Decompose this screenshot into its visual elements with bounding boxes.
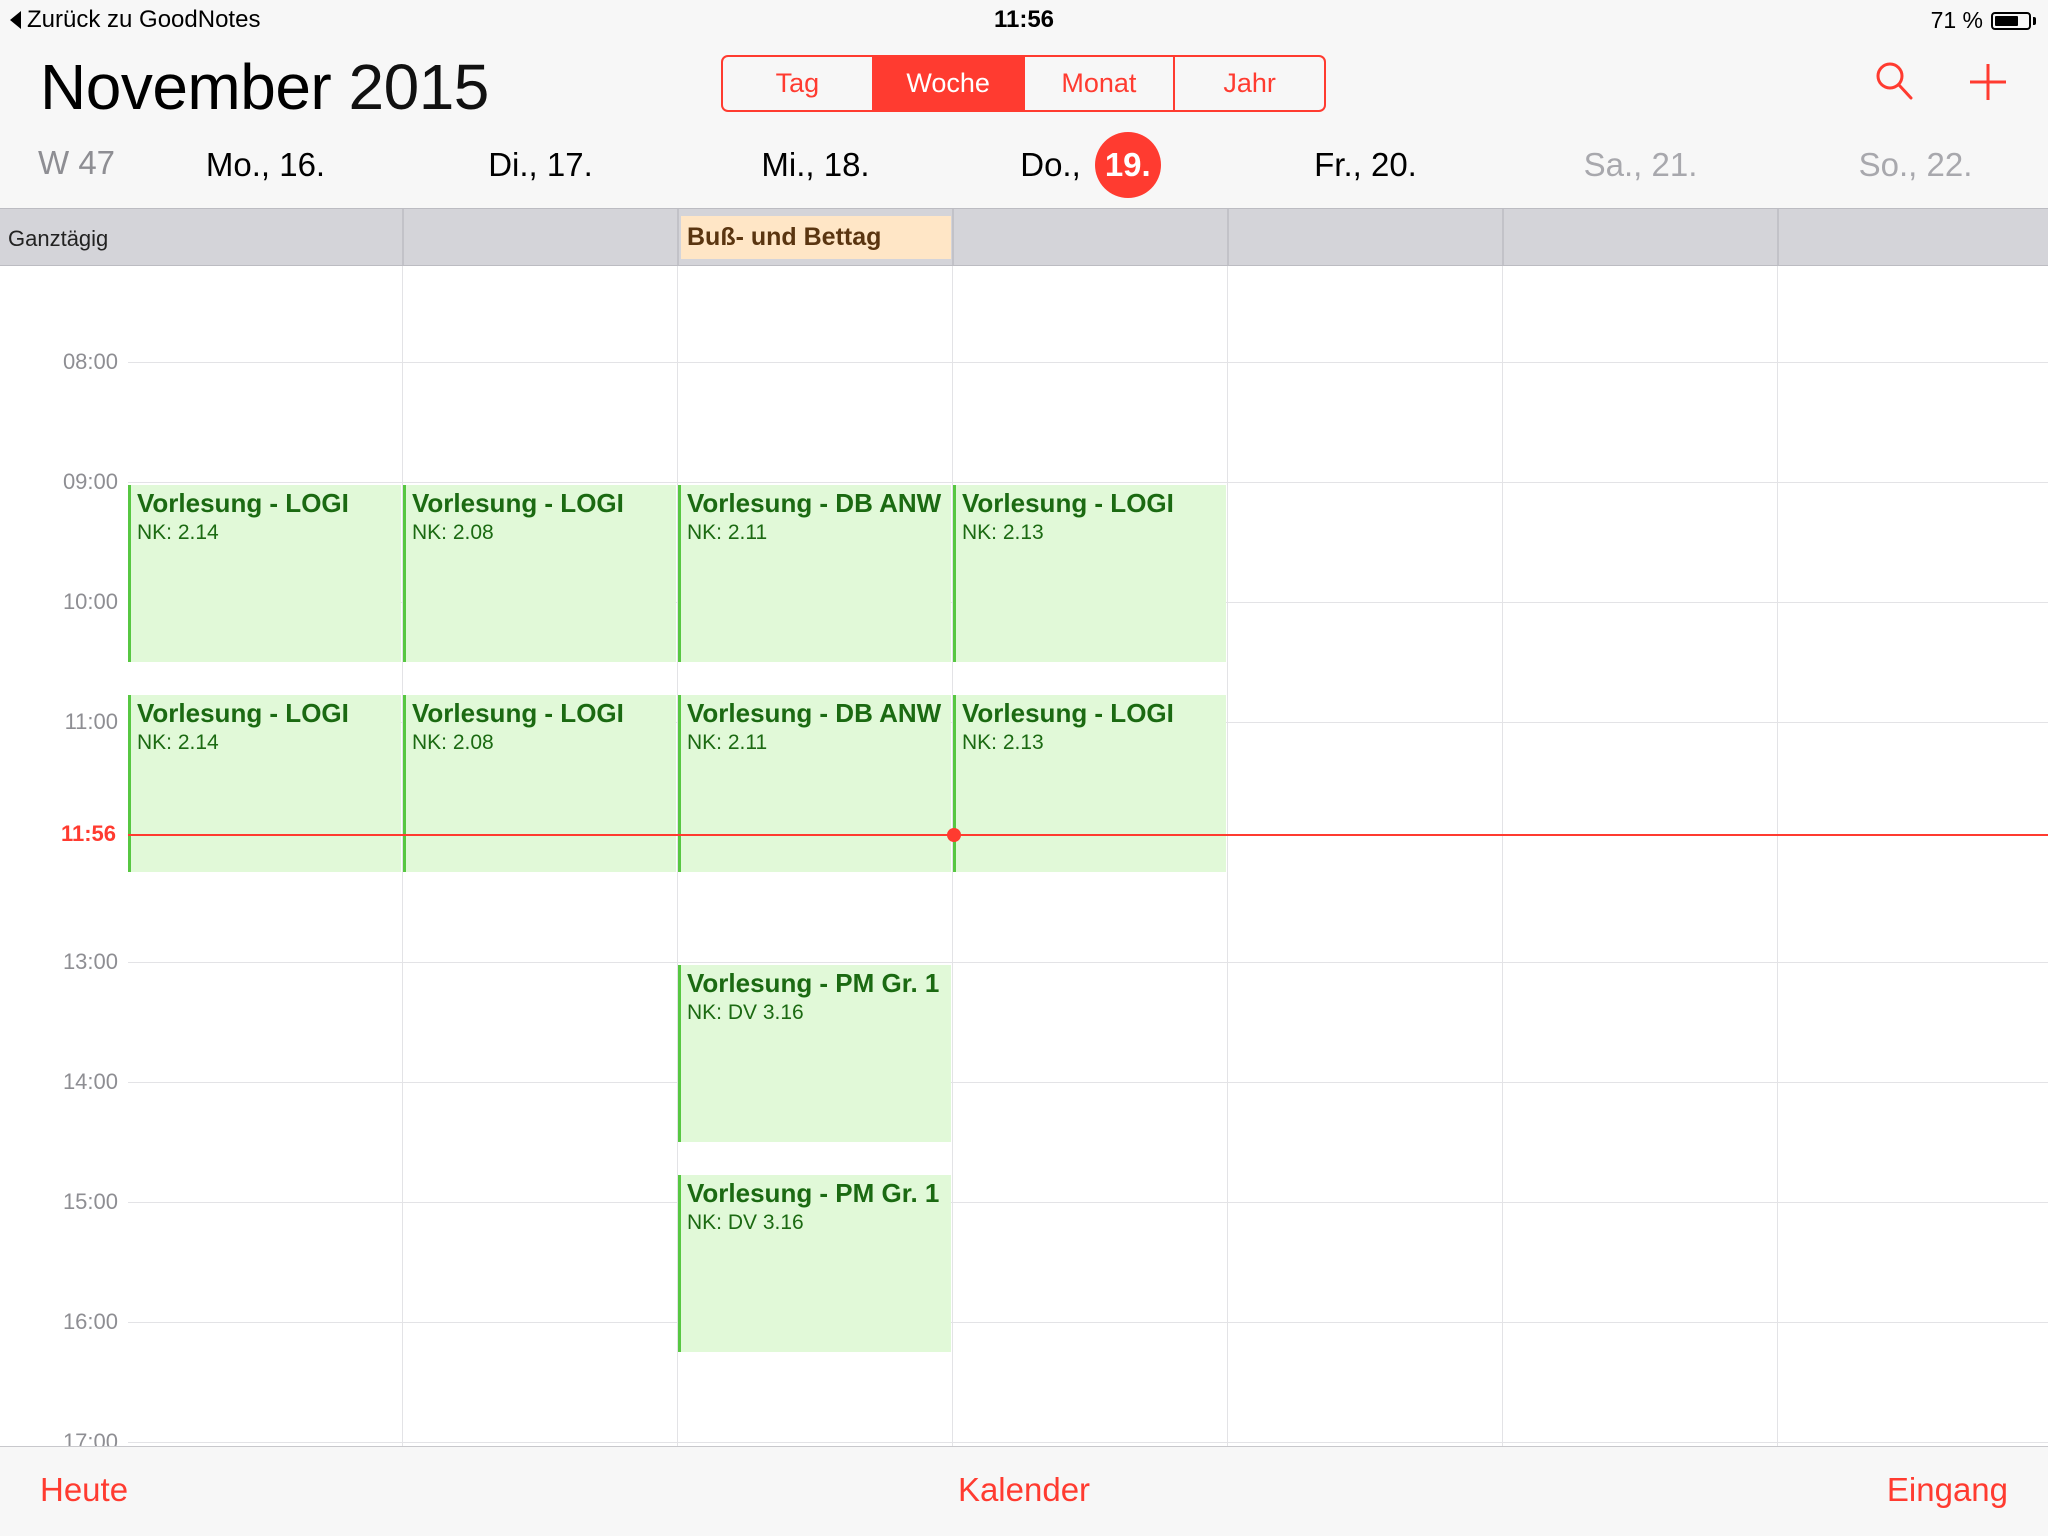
bottom-toolbar: Heute Kalender Eingang [0,1446,2048,1536]
all-day-divider [1227,209,1229,265]
all-day-divider [402,209,404,265]
battery-nub [2033,16,2036,25]
week-time-grid[interactable]: 08:00 09:00 10:00 11:00 13:00 14:00 15:00 16:00… [0,266,2048,1446]
day-header[interactable]: Di., 17. [403,146,678,184]
hour-label: 08:00 [62,349,118,374]
day-header[interactable]: Mi., 18. [678,146,953,184]
all-day-divider [1777,209,1779,265]
battery-percent: 71 % [1930,7,1983,33]
day-label: Do., [1020,146,1081,183]
calendar-event[interactable]: Vorlesung - PM Gr. 1 NK: DV 3.16 [678,965,951,1142]
day-header[interactable]: Sa., 21. [1503,146,1778,184]
calendar-event[interactable]: Vorlesung - LOGI NK: 2.08 [403,695,676,872]
day-label: Sa., 21. [1583,146,1698,183]
segment-month[interactable]: Monat [1022,57,1174,110]
segment-week[interactable]: Woche [871,57,1023,110]
event-title: Vorlesung - LOGI [962,488,1174,518]
event-location: NK: 2.14 [137,521,219,544]
day-header[interactable]: Mo., 16. [128,146,403,184]
all-day-label: Ganztägig [8,226,109,251]
event-location: NK: DV 3.16 [687,1211,804,1234]
event-title: Vorlesung - LOGI [412,698,624,728]
day-column-divider [1227,266,1228,1446]
event-location: NK: DV 3.16 [687,1001,804,1024]
event-location: NK: 2.13 [962,521,1044,544]
event-title: Vorlesung - PM Gr. 1 [687,968,940,998]
day-label: Mo., 16. [205,146,326,183]
event-title: Vorlesung - LOGI [962,698,1174,728]
calendar-header: November 2015 Tag Woche Monat Jahr W 47 … [0,40,2048,208]
battery-indicator: 71 % [1931,7,2036,34]
day-column-divider [1502,266,1503,1446]
hour-label: 10:00 [62,589,118,614]
current-time-label: 11:56 [0,821,116,847]
view-segmented-control: Tag Woche Monat Jahr [721,55,1326,112]
day-label: So., 22. [1858,146,1973,183]
page-title: November 2015 [40,50,489,124]
search-icon[interactable] [1874,60,1914,102]
calendar-event[interactable]: Vorlesung - LOGI NK: 2.14 [128,695,401,872]
event-title: Vorlesung - PM Gr. 1 [687,1178,940,1208]
calendar-event[interactable]: Vorlesung - DB ANW NK: 2.11 [678,485,951,662]
status-time: 11:56 [993,6,1055,33]
today-button[interactable]: Heute [40,1471,128,1509]
day-label: Fr., 20. [1314,146,1417,183]
add-event-icon[interactable] [1968,62,2008,102]
all-day-event[interactable]: Buß- und Bettag [681,216,951,259]
hour-line [128,1082,2048,1083]
event-title: Vorlesung - LOGI [412,488,624,518]
status-bar: Zurück zu GoodNotes 11:56 71 % [0,0,2048,40]
segment-day[interactable]: Tag [723,57,872,110]
day-header[interactable]: Do., 19. [953,132,1228,198]
hour-line [128,1322,2048,1323]
hour-label: 11:00 [64,709,118,734]
hour-label: 09:00 [62,469,118,494]
event-location: NK: 2.08 [412,521,494,544]
hour-line [128,962,2048,963]
hour-line [128,482,2048,483]
hour-line [128,1202,2048,1203]
day-label: Mi., 18. [761,146,870,183]
week-number: W 47 [38,144,116,181]
event-title: Vorlesung - LOGI [137,698,349,728]
calendars-button[interactable]: Kalender [0,1471,2048,1509]
event-location: NK: 2.11 [687,521,768,544]
hour-label: 16:00 [62,1309,118,1334]
calendar-event[interactable]: Vorlesung - DB ANW NK: 2.11 [678,695,951,872]
event-location: NK: 2.14 [137,731,219,754]
calendar-event[interactable]: Vorlesung - LOGI NK: 2.13 [953,695,1226,872]
event-location: NK: 2.13 [962,731,1044,754]
today-badge: 19. [1094,132,1161,198]
inbox-button[interactable]: Eingang [1887,1471,2008,1509]
all-day-divider [677,209,679,265]
title-month: November [40,51,332,123]
event-location: NK: 2.08 [412,731,494,754]
event-title: Vorlesung - DB ANW [687,698,942,728]
all-day-row: Ganztägig Buß- und Bettag [0,208,2048,266]
segment-year[interactable]: Jahr [1173,57,1324,110]
hour-line [128,362,2048,363]
event-location: NK: 2.11 [687,731,768,754]
hour-label: 13:00 [62,949,118,974]
day-header[interactable]: So., 22. [1778,146,2048,184]
event-title: Vorlesung - DB ANW [687,488,942,518]
current-time-line [128,834,2048,836]
day-header[interactable]: Fr., 20. [1228,146,1503,184]
calendar-event[interactable]: Vorlesung - PM Gr. 1 NK: DV 3.16 [678,1175,951,1352]
hour-label: 17:00 [62,1429,118,1446]
day-label: Di., 17. [488,146,593,183]
calendar-event[interactable]: Vorlesung - LOGI NK: 2.14 [128,485,401,662]
title-year: 2015 [348,51,490,123]
hour-label: 15:00 [62,1189,118,1214]
all-day-divider [952,209,954,265]
battery-icon [1991,11,2031,30]
calendar-event[interactable]: Vorlesung - LOGI NK: 2.08 [403,485,676,662]
current-time-dot [947,828,961,842]
hour-label: 14:00 [62,1069,118,1094]
event-title: Vorlesung - LOGI [137,488,349,518]
day-column-divider [1777,266,1778,1446]
calendar-event[interactable]: Vorlesung - LOGI NK: 2.13 [953,485,1226,662]
all-day-divider [1502,209,1504,265]
hour-line [128,1442,2048,1443]
